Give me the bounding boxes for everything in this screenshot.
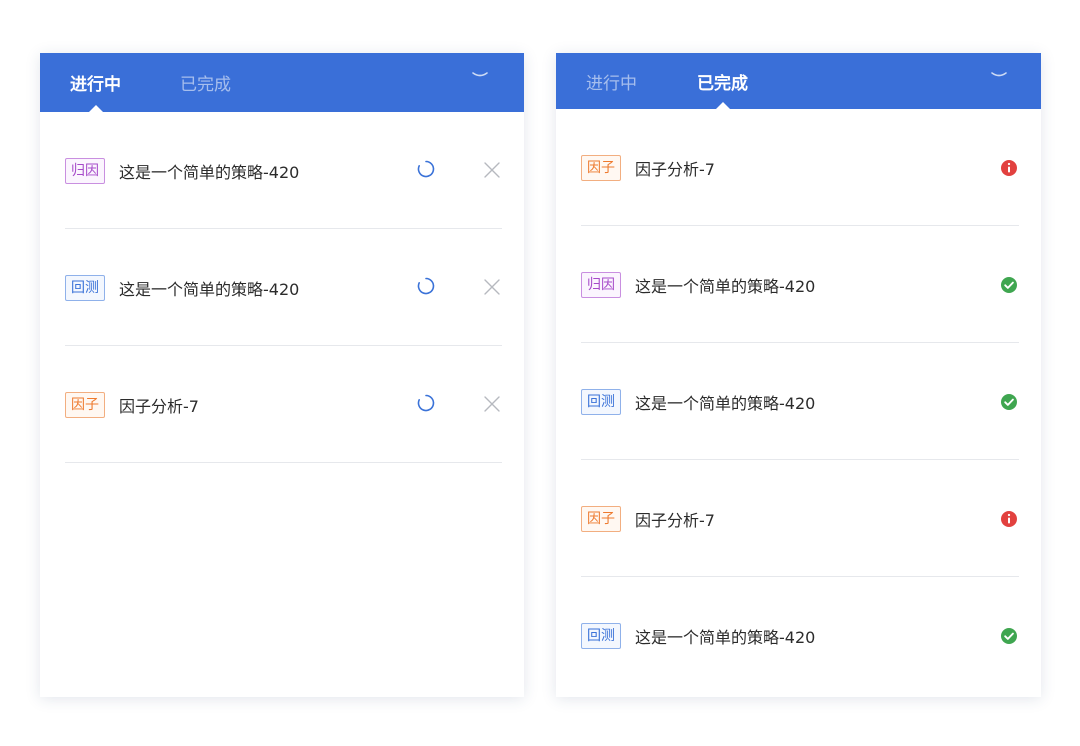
check-circle-icon bbox=[1001, 393, 1017, 410]
task-list: 归因 这是一个简单的策略-420 回测 这是一个简单的策略-420 因子 因子分… bbox=[40, 112, 524, 463]
list-item: 回测 这是一个简单的策略-420 bbox=[556, 343, 1041, 460]
check-circle-icon bbox=[1001, 627, 1017, 644]
task-name: 这是一个简单的策略-420 bbox=[119, 162, 300, 182]
list-item: 回测 这是一个简单的策略-420 bbox=[40, 229, 524, 346]
task-type-badge: 因子 bbox=[581, 154, 621, 181]
tab-completed[interactable]: 已完成 bbox=[180, 53, 231, 112]
task-type-badge: 因子 bbox=[65, 391, 105, 418]
task-type-badge: 归因 bbox=[65, 157, 105, 184]
close-icon[interactable] bbox=[483, 395, 501, 413]
task-type-badge: 回测 bbox=[581, 388, 621, 415]
running-tasks-panel: 进行中 已完成 归因 这是一个简单的策略-420 回测 这是一个简单的策略-42… bbox=[40, 53, 524, 697]
completed-tasks-panel: 进行中 已完成 因子 因子分析-7 归因 这是一个简单的策略-420 回测 这是… bbox=[556, 53, 1041, 697]
task-type-badge: 因子 bbox=[581, 505, 621, 532]
task-name: 这是一个简单的策略-420 bbox=[635, 393, 816, 413]
loading-spinner-icon bbox=[417, 394, 435, 411]
list-item: 因子 因子分析-7 bbox=[556, 109, 1041, 226]
close-icon[interactable] bbox=[483, 161, 501, 179]
task-list: 因子 因子分析-7 归因 这是一个简单的策略-420 回测 这是一个简单的策略-… bbox=[556, 109, 1041, 694]
task-type-badge: 回测 bbox=[65, 274, 105, 301]
list-item: 归因 这是一个简单的策略-420 bbox=[556, 226, 1041, 343]
panel-header: 进行中 已完成 bbox=[40, 53, 524, 112]
list-item: 因子 因子分析-7 bbox=[556, 460, 1041, 577]
close-icon[interactable] bbox=[483, 278, 501, 296]
loading-spinner-icon bbox=[417, 277, 435, 294]
chevron-down-icon[interactable] bbox=[471, 70, 489, 80]
tab-completed[interactable]: 已完成 bbox=[697, 53, 748, 109]
task-name: 这是一个简单的策略-420 bbox=[635, 276, 816, 296]
task-name: 这是一个简单的策略-420 bbox=[635, 627, 816, 647]
exclamation-circle-icon bbox=[1001, 510, 1017, 527]
task-type-badge: 归因 bbox=[581, 271, 621, 298]
loading-spinner-icon bbox=[417, 160, 435, 177]
tab-running[interactable]: 进行中 bbox=[586, 53, 637, 109]
tab-running[interactable]: 进行中 bbox=[70, 53, 121, 112]
task-name: 这是一个简单的策略-420 bbox=[119, 279, 300, 299]
panel-header: 进行中 已完成 bbox=[556, 53, 1041, 109]
exclamation-circle-icon bbox=[1001, 159, 1017, 176]
task-name: 因子分析-7 bbox=[635, 159, 715, 179]
task-name: 因子分析-7 bbox=[635, 510, 715, 530]
task-type-badge: 回测 bbox=[581, 622, 621, 649]
check-circle-icon bbox=[1001, 276, 1017, 293]
list-item: 因子 因子分析-7 bbox=[40, 346, 524, 463]
list-item: 回测 这是一个简单的策略-420 bbox=[556, 577, 1041, 694]
task-name: 因子分析-7 bbox=[119, 396, 199, 416]
list-item: 归因 这是一个简单的策略-420 bbox=[40, 112, 524, 229]
chevron-down-icon[interactable] bbox=[990, 70, 1008, 80]
